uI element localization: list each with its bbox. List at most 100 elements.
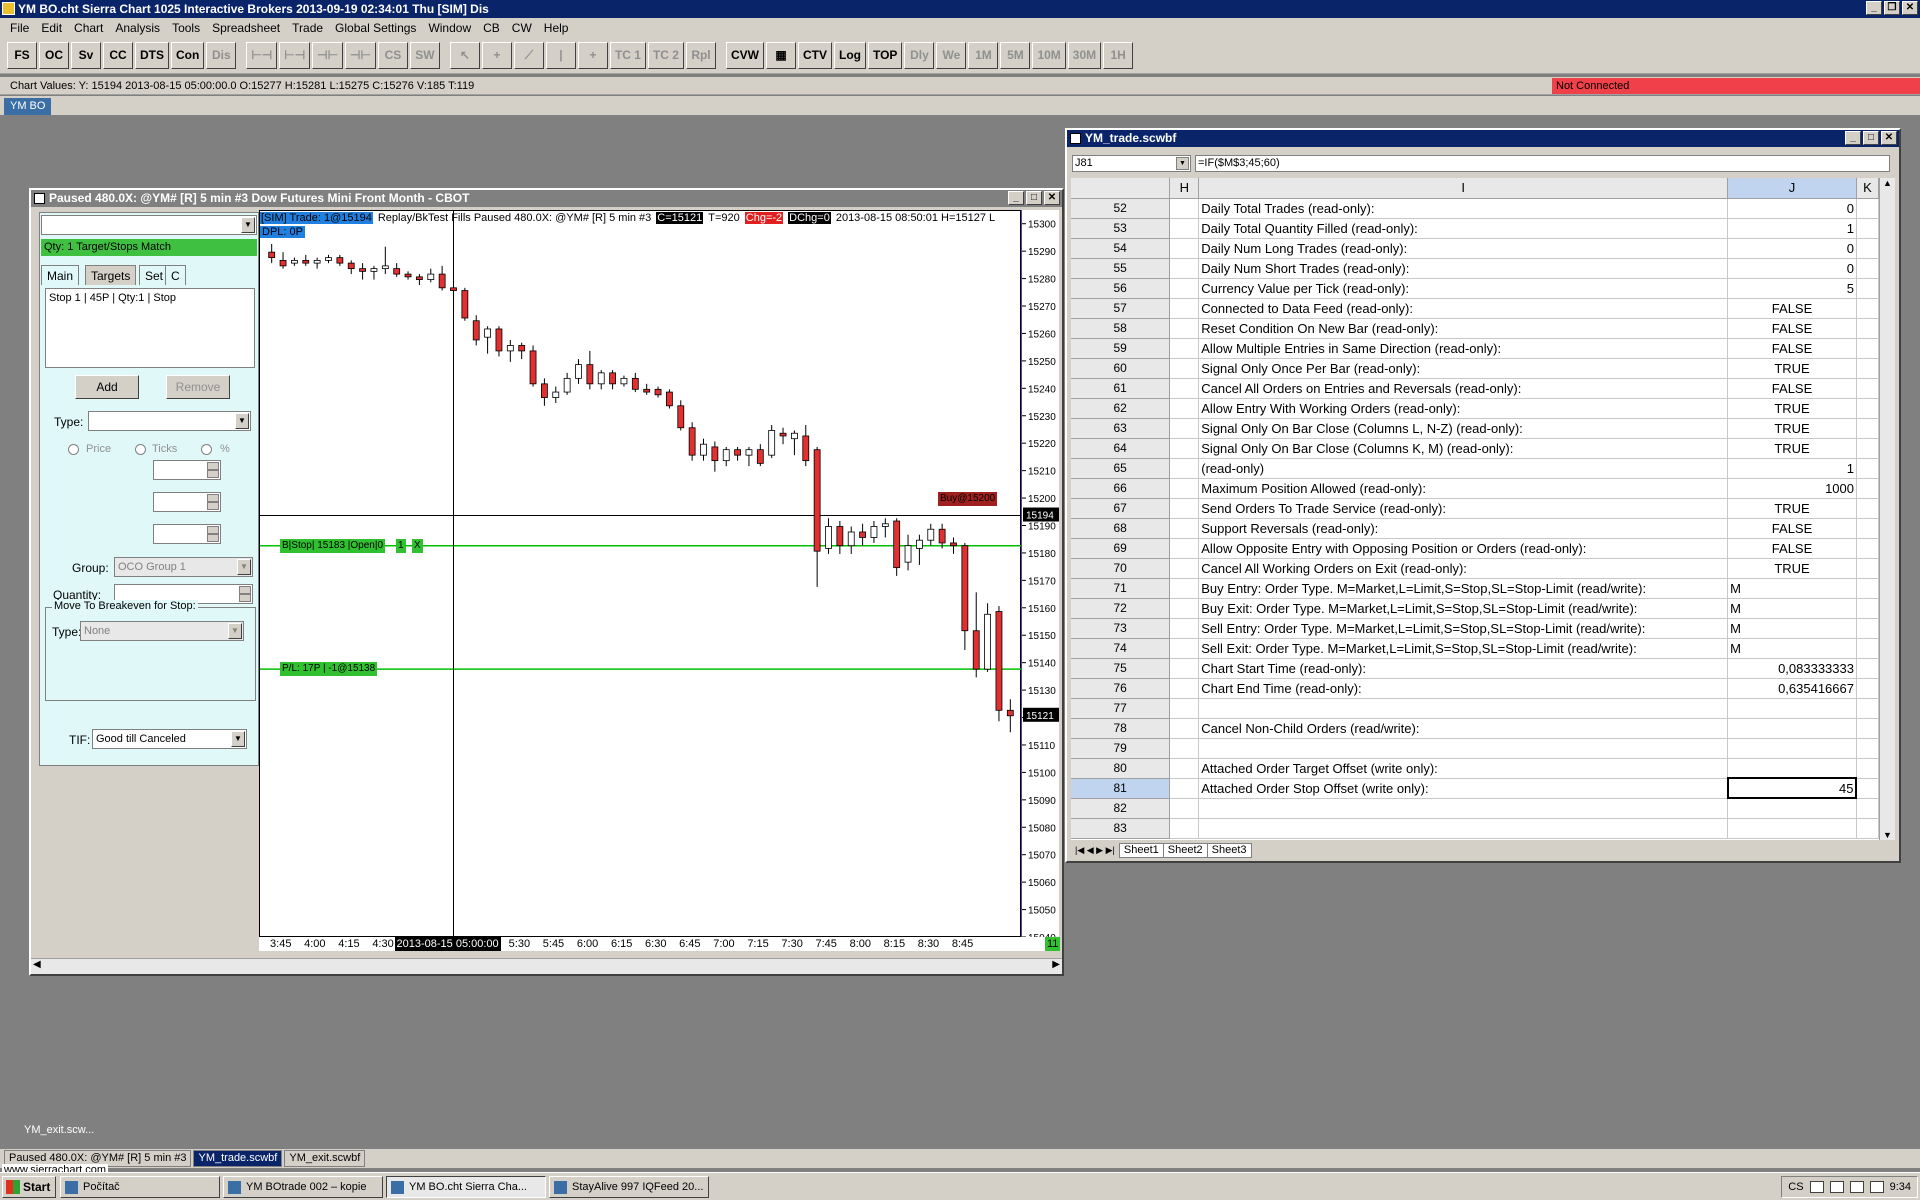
- order-marker[interactable]: Buy@15200: [938, 492, 998, 507]
- cell-j[interactable]: TRUE: [1727, 398, 1857, 419]
- target-list[interactable]: Stop 1 | 45P | Qty:1 | Stop: [45, 288, 255, 368]
- cell-k[interactable]: [1856, 358, 1879, 379]
- window-tab-1[interactable]: YM_trade.scwbf: [193, 1150, 283, 1167]
- add-button[interactable]: Add: [75, 375, 139, 399]
- candle-6:50[interactable]: [700, 438, 707, 461]
- candle-3:50[interactable]: [291, 257, 298, 266]
- spreadsheet-grid[interactable]: H I J K 52 Daily Total Trades (read-only)…: [1071, 178, 1879, 840]
- row-header[interactable]: 53: [1071, 218, 1171, 239]
- candle-4:30[interactable]: [381, 246, 389, 275]
- row-header[interactable]: 79: [1071, 738, 1171, 759]
- cell-h[interactable]: [1169, 438, 1200, 459]
- toolbar-button-22[interactable]: ▦: [765, 41, 796, 69]
- candle-7:55[interactable]: [847, 526, 855, 554]
- col-header-k[interactable]: K: [1856, 178, 1879, 199]
- toolbar-button-17[interactable]: +: [577, 41, 608, 69]
- cell-h[interactable]: [1169, 698, 1200, 719]
- cell-j[interactable]: [1727, 818, 1857, 839]
- cell-i[interactable]: Send Orders To Trade Service (read-only)…: [1198, 498, 1729, 519]
- cell-j[interactable]: [1727, 758, 1857, 779]
- close-button[interactable]: ✕: [1902, 1, 1918, 15]
- cell-k[interactable]: [1856, 678, 1879, 699]
- cell-k[interactable]: [1856, 338, 1879, 359]
- candle-9:00[interactable]: [995, 606, 1003, 722]
- candle-5:30[interactable]: [518, 342, 526, 360]
- scroll-up-icon[interactable]: ▲: [1883, 178, 1892, 188]
- row-header[interactable]: 77: [1071, 698, 1171, 719]
- toolbar-button-9[interactable]: ⊣⊢: [312, 41, 344, 69]
- row-header[interactable]: 83: [1071, 818, 1171, 839]
- cell-j[interactable]: 0: [1727, 238, 1857, 259]
- toolbar-button-26[interactable]: Dly: [904, 41, 935, 69]
- row-header[interactable]: 58: [1071, 318, 1171, 339]
- pl-label[interactable]: P/L: 17P | -1@15138: [280, 662, 378, 677]
- row-header[interactable]: 54: [1071, 238, 1171, 259]
- cell-k[interactable]: [1856, 518, 1879, 539]
- cell-k[interactable]: [1856, 398, 1879, 419]
- cell-k[interactable]: [1856, 718, 1879, 739]
- cell-j[interactable]: TRUE: [1727, 498, 1857, 519]
- row-header[interactable]: 68: [1071, 518, 1171, 539]
- candle-8:35[interactable]: [938, 523, 946, 549]
- row-header[interactable]: 65: [1071, 458, 1171, 479]
- candle-7:45[interactable]: [825, 518, 832, 554]
- cell-j[interactable]: 1: [1727, 218, 1857, 239]
- taskbar-item-2[interactable]: YM BO.cht Sierra Cha...: [386, 1175, 546, 1198]
- cell-h[interactable]: [1169, 218, 1200, 239]
- cell-j[interactable]: 0,083333333: [1727, 658, 1857, 679]
- cell-i[interactable]: Signal Only On Bar Close (Columns L, N-Z…: [1198, 418, 1729, 439]
- cell-j[interactable]: FALSE: [1727, 518, 1857, 539]
- toolbar-button-13[interactable]: ↖: [449, 41, 480, 69]
- candle-5:40[interactable]: [541, 378, 548, 406]
- cell-j[interactable]: 0,635416667: [1727, 678, 1857, 699]
- candle-8:55[interactable]: [984, 603, 991, 672]
- toolbar-button-31[interactable]: 30M: [1067, 41, 1102, 69]
- cell-reference-box[interactable]: J81 ▼: [1072, 155, 1191, 172]
- row-header[interactable]: 64: [1071, 438, 1171, 459]
- cell-j[interactable]: FALSE: [1727, 338, 1857, 359]
- cell-k[interactable]: [1856, 618, 1879, 639]
- candle-5:55[interactable]: [575, 359, 582, 384]
- cell-k[interactable]: [1856, 238, 1879, 259]
- cell-i[interactable]: Cancel All Working Orders on Exit (read-…: [1198, 558, 1729, 579]
- candle-4:25[interactable]: [370, 265, 378, 280]
- offset-spinner-2[interactable]: [153, 492, 221, 512]
- cell-i[interactable]: Allow Opposite Entry with Opposing Posit…: [1198, 538, 1729, 559]
- power-icon[interactable]: [1869, 1181, 1884, 1193]
- taskbar-item-0[interactable]: Počítač: [60, 1175, 220, 1198]
- cell-i[interactable]: Chart Start Time (read-only):: [1198, 658, 1729, 679]
- cell-h[interactable]: [1169, 278, 1200, 299]
- sheet-tab-3[interactable]: Sheet3: [1206, 842, 1252, 858]
- col-header-i[interactable]: I: [1198, 178, 1729, 199]
- cell-k[interactable]: [1856, 438, 1879, 459]
- cell-i[interactable]: Allow Multiple Entries in Same Direction…: [1198, 338, 1729, 359]
- cell-j[interactable]: [1727, 798, 1857, 819]
- cell-i[interactable]: Daily Total Trades (read-only):: [1198, 198, 1729, 219]
- cell-k[interactable]: [1856, 798, 1879, 819]
- scroll-down-icon[interactable]: ▼: [1883, 830, 1892, 840]
- row-header[interactable]: 56: [1071, 278, 1171, 299]
- col-header-j[interactable]: J: [1727, 178, 1857, 199]
- candle-4:15[interactable]: [347, 260, 355, 275]
- cell-i[interactable]: Cancel All Orders on Entries and Reversa…: [1198, 378, 1729, 399]
- cell-k[interactable]: [1856, 818, 1879, 839]
- candle-6:20[interactable]: [631, 372, 639, 393]
- toolbar-button-0[interactable]: FS: [7, 41, 37, 69]
- menu-window[interactable]: Window: [422, 21, 477, 35]
- cell-k[interactable]: [1856, 538, 1879, 559]
- cell-h[interactable]: [1169, 478, 1200, 499]
- language-indicator[interactable]: CS: [1788, 1181, 1803, 1193]
- cell-i[interactable]: Daily Total Quantity Filled (read-only):: [1198, 218, 1729, 239]
- cell-j[interactable]: 5: [1727, 278, 1857, 299]
- toolbar-button-25[interactable]: TOP: [867, 41, 903, 69]
- candle-6:25[interactable]: [643, 383, 651, 395]
- row-header[interactable]: 75: [1071, 658, 1171, 679]
- candle-8:20[interactable]: [904, 534, 912, 571]
- menu-tools[interactable]: Tools: [166, 21, 206, 35]
- candle-3:45[interactable]: [279, 252, 287, 269]
- cell-i[interactable]: [1198, 818, 1729, 839]
- toolbar-button-10[interactable]: ⊣⊢: [345, 41, 376, 69]
- cell-i[interactable]: Allow Entry With Working Orders (read-on…: [1198, 398, 1729, 419]
- cell-i[interactable]: Daily Num Short Trades (read-only):: [1198, 258, 1729, 279]
- toolbar-button-12[interactable]: SW: [409, 41, 440, 69]
